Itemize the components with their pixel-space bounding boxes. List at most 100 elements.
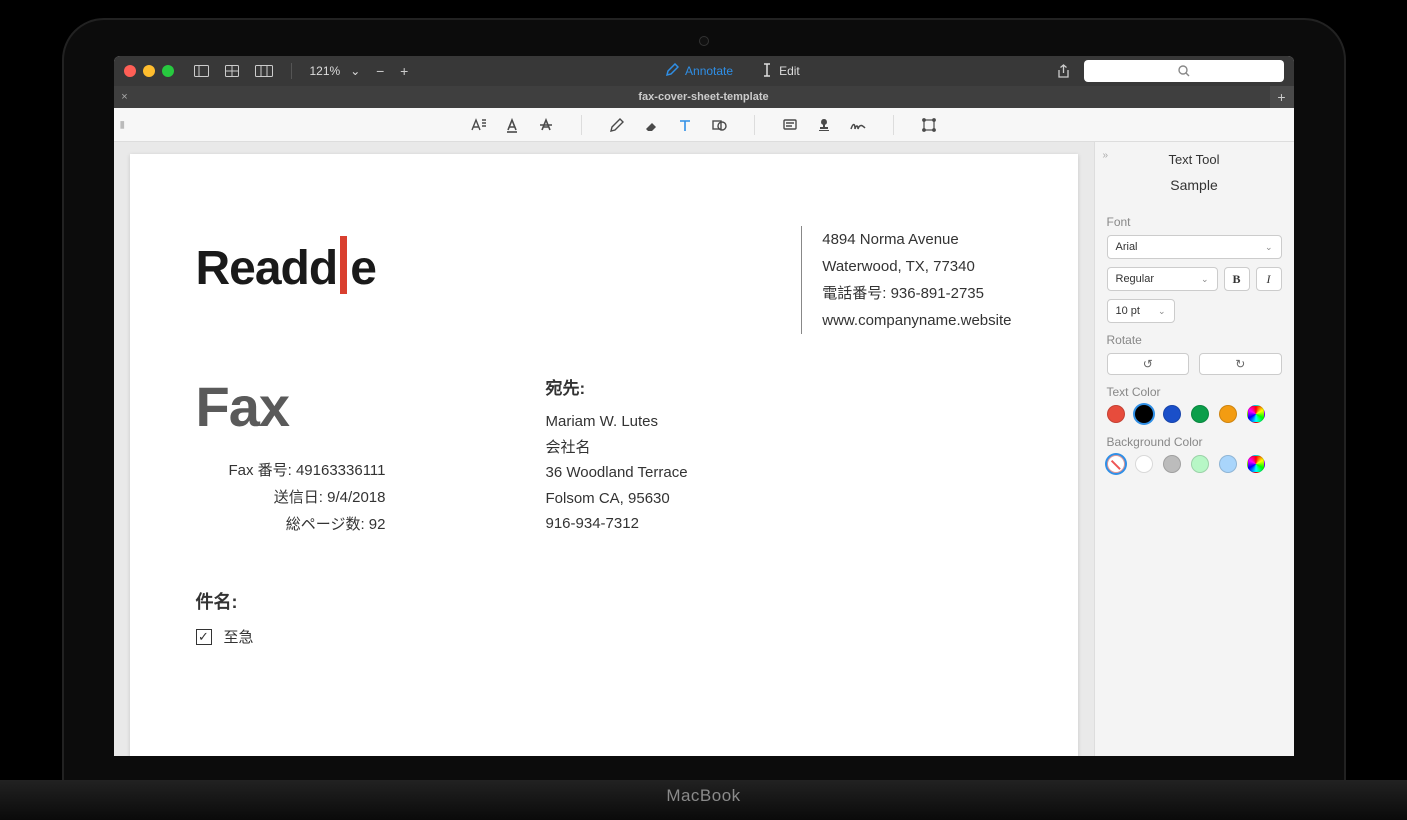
font-weight-value: Regular	[1116, 273, 1155, 285]
recipient-label: 宛先:	[546, 374, 1012, 399]
note-icon[interactable]	[779, 114, 801, 136]
edit-label: Edit	[779, 64, 800, 78]
fax-number: Fax 番号: 49163336111	[196, 457, 386, 484]
tab-bar: × fax-cover-sheet-template +	[114, 86, 1294, 108]
rotate-cw-button[interactable]: ↻	[1199, 353, 1282, 375]
text-color-swatches	[1107, 405, 1282, 423]
subject-label: 件名:	[196, 588, 1012, 614]
color-picker-button[interactable]	[1247, 455, 1265, 473]
font-section-label: Font	[1107, 215, 1282, 229]
font-family-select[interactable]: Arial ⌄	[1107, 235, 1282, 259]
recipient-company: 会社名	[546, 435, 1012, 461]
mode-switch: Annotate Edit	[420, 63, 1044, 80]
recipient-address: 36 Woodland Terrace	[546, 460, 1012, 486]
sidebar-toggle-icon[interactable]	[190, 65, 213, 77]
minimize-window-button[interactable]	[143, 65, 155, 77]
text-tool-icon[interactable]	[674, 114, 696, 136]
selection-icon[interactable]	[918, 114, 940, 136]
text-cursor-icon	[761, 63, 773, 80]
chevron-down-icon: ⌄	[1265, 242, 1273, 253]
titlebar: 121% ⌄ − + Annotate Edit	[114, 56, 1294, 86]
shape-icon[interactable]	[708, 114, 730, 136]
text-color-label: Text Color	[1107, 385, 1282, 399]
annotate-mode-button[interactable]: Annotate	[665, 63, 733, 80]
color-swatch-red[interactable]	[1107, 405, 1125, 423]
fax-heading: Fax	[196, 374, 476, 439]
annotate-label: Annotate	[685, 64, 733, 78]
font-size-value: 10 pt	[1116, 305, 1140, 317]
signature-icon[interactable]	[847, 114, 869, 136]
tab-close-button[interactable]: ×	[114, 91, 136, 103]
bg-color-label: Background Color	[1107, 435, 1282, 449]
edit-mode-button[interactable]: Edit	[761, 63, 800, 80]
sender-block: 4894 Norma Avenue Waterwood, TX, 77340 電…	[801, 226, 1011, 334]
color-swatch-black[interactable]	[1135, 405, 1153, 423]
app-window: 121% ⌄ − + Annotate Edit	[114, 56, 1294, 756]
total-pages: 総ページ数: 92	[196, 511, 386, 538]
bold-button[interactable]: B	[1224, 267, 1250, 291]
zoom-level[interactable]: 121%	[306, 64, 345, 78]
laptop-base: MacBook	[0, 780, 1407, 820]
zoom-dropdown-chevron[interactable]: ⌄	[346, 64, 364, 78]
urgent-checkbox[interactable]: ✓	[196, 629, 212, 645]
zoom-out-button[interactable]: −	[372, 63, 388, 79]
fullscreen-window-button[interactable]	[162, 65, 174, 77]
company-logo: Readd e	[196, 226, 376, 296]
text-style-icon[interactable]	[467, 114, 489, 136]
recipient-name: Mariam W. Lutes	[546, 409, 1012, 435]
grid-view-icon[interactable]	[221, 65, 243, 77]
recipient-block: Mariam W. Lutes 会社名 36 Woodland Terrace …	[546, 409, 1012, 537]
color-swatch-orange[interactable]	[1219, 405, 1237, 423]
sender-address-1: 4894 Norma Avenue	[822, 226, 1011, 253]
hardware-label: MacBook	[666, 786, 740, 806]
page-marker-icon[interactable]: ▮	[120, 119, 126, 130]
separator	[893, 115, 894, 135]
recipient-phone: 916-934-7312	[546, 511, 1012, 537]
columns-view-icon[interactable]	[251, 65, 277, 77]
color-swatch-gray[interactable]	[1163, 455, 1181, 473]
underline-icon[interactable]	[501, 114, 523, 136]
panel-title: Text Tool	[1107, 152, 1282, 167]
urgent-label: 至急	[224, 626, 254, 647]
font-weight-select[interactable]: Regular ⌄	[1107, 267, 1218, 291]
eraser-icon[interactable]	[640, 114, 662, 136]
text-sample: Sample	[1107, 177, 1282, 193]
italic-button[interactable]: I	[1256, 267, 1282, 291]
logo-text-pre: Readd	[196, 241, 338, 296]
separator	[754, 115, 755, 135]
annotation-toolbar: ▮	[114, 108, 1294, 142]
camera	[699, 36, 709, 46]
fax-meta: Fax 番号: 49163336111 送信日: 9/4/2018 総ページ数:…	[196, 457, 476, 538]
color-picker-button[interactable]	[1247, 405, 1265, 423]
stamp-icon[interactable]	[813, 114, 835, 136]
color-swatch-none[interactable]	[1107, 455, 1125, 473]
bg-color-swatches	[1107, 455, 1282, 473]
collapse-panel-icon[interactable]: »	[1103, 150, 1109, 161]
search-input[interactable]	[1084, 60, 1284, 82]
page[interactable]: Readd e 4894 Norma Avenue Waterwood, TX,…	[130, 154, 1078, 756]
separator	[291, 63, 292, 79]
strikethrough-icon[interactable]	[535, 114, 557, 136]
sender-website: www.companyname.website	[822, 307, 1011, 334]
color-swatch-blue[interactable]	[1163, 405, 1181, 423]
color-swatch-white[interactable]	[1135, 455, 1153, 473]
close-window-button[interactable]	[124, 65, 136, 77]
font-family-value: Arial	[1116, 241, 1138, 253]
logo-text-post: e	[350, 241, 376, 296]
pencil-icon[interactable]	[606, 114, 628, 136]
logo-accent	[340, 236, 347, 294]
share-icon[interactable]	[1053, 64, 1074, 79]
document-canvas[interactable]: Readd e 4894 Norma Avenue Waterwood, TX,…	[114, 142, 1094, 756]
color-swatch-lightblue[interactable]	[1219, 455, 1237, 473]
content-area: Readd e 4894 Norma Avenue Waterwood, TX,…	[114, 142, 1294, 756]
send-date: 送信日: 9/4/2018	[196, 484, 386, 511]
new-tab-button[interactable]: +	[1270, 86, 1294, 108]
tab-title[interactable]: fax-cover-sheet-template	[638, 91, 768, 103]
color-swatch-green[interactable]	[1191, 405, 1209, 423]
color-swatch-lightgreen[interactable]	[1191, 455, 1209, 473]
zoom-in-button[interactable]: +	[396, 63, 412, 79]
chevron-down-icon: ⌄	[1201, 274, 1209, 285]
rotate-ccw-button[interactable]: ↺	[1107, 353, 1190, 375]
sender-phone: 電話番号: 936-891-2735	[822, 280, 1011, 307]
font-size-select[interactable]: 10 pt ⌄	[1107, 299, 1175, 323]
